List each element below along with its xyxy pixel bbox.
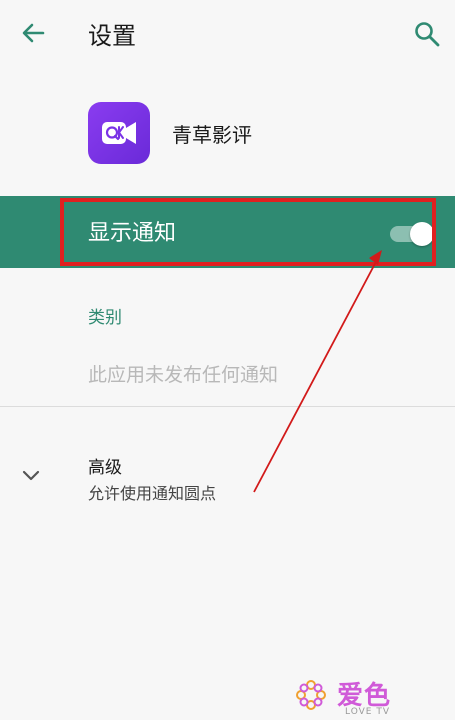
no-notifications-message: 此应用未发布任何通知	[88, 364, 279, 386]
chevron-down-icon[interactable]	[20, 464, 42, 486]
watermark-logo: 爱色 LOVE TV	[293, 675, 423, 720]
advanced-title[interactable]: 高级	[88, 453, 122, 478]
app-name: 青草影评	[172, 123, 252, 147]
category-heading: 类别	[88, 308, 122, 328]
video-camera-icon	[102, 122, 136, 144]
page-title: 设置	[88, 22, 136, 50]
divider	[0, 406, 455, 407]
flower-logo-icon	[296, 680, 326, 710]
highlight-box	[60, 198, 436, 266]
app-icon	[88, 102, 150, 164]
back-arrow-icon[interactable]	[18, 18, 48, 48]
watermark-subtext: LOVE TV	[345, 707, 390, 717]
advanced-subtitle: 允许使用通知圆点	[88, 484, 217, 503]
search-icon[interactable]	[413, 20, 441, 48]
top-app-bar: 设置	[0, 0, 455, 70]
